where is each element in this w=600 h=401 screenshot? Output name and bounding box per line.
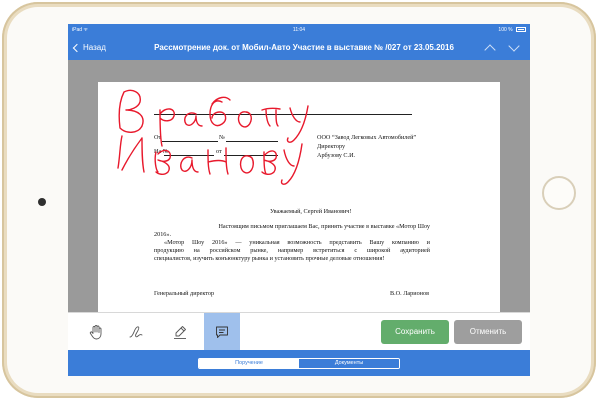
highlighter-icon	[174, 326, 186, 339]
greeting: Уважаемый, Сергей Иванович!	[270, 208, 352, 215]
pen-scribble-icon	[129, 326, 143, 338]
from-field-line	[162, 141, 218, 142]
recipient-name: Арбузову С.И.	[317, 152, 356, 159]
date-from-label: от	[216, 148, 222, 155]
hand-icon	[89, 325, 102, 340]
chevron-up-icon[interactable]	[484, 44, 496, 56]
segmented-control: Поручение Документы	[198, 358, 400, 369]
battery-icon	[516, 27, 526, 33]
number-label: №	[219, 134, 225, 141]
battery-indicator: 100 %	[498, 24, 526, 36]
freehand-tool[interactable]	[118, 313, 154, 351]
chevron-down-icon[interactable]	[508, 40, 520, 52]
status-bar: iPad ᯤ 11:04 100 %	[68, 24, 530, 36]
header-rule	[154, 114, 412, 115]
home-button[interactable]	[542, 176, 576, 210]
bottom-tab-bar: Поручение Документы	[68, 350, 530, 376]
save-button[interactable]: Сохранить	[381, 320, 449, 344]
chevron-left-icon	[72, 43, 82, 53]
from-label: От	[154, 134, 162, 141]
signer-title: Генеральный директор	[154, 290, 215, 297]
signer-name: В.О. Ларионов	[390, 290, 430, 297]
paragraph-2-line-1: «Мотор Шоу 2016» — уникальная возможност…	[164, 239, 430, 246]
paragraph-1: Настоящим письмом приглашаем Вас, принят…	[218, 223, 430, 230]
comment-tool[interactable]	[204, 313, 240, 351]
comment-icon	[216, 326, 228, 338]
app-screen: iPad ᯤ 11:04 100 % Назад Рассмотрение до…	[68, 24, 530, 376]
recipient-title: Директору	[317, 143, 346, 150]
back-button[interactable]: Назад	[72, 36, 106, 60]
front-camera	[38, 198, 46, 206]
tab-documents[interactable]: Документы	[299, 359, 399, 368]
date-field-line	[224, 155, 278, 156]
back-label: Назад	[83, 43, 106, 52]
annotation-toolbar: Сохранить Отменить	[68, 312, 530, 351]
status-time: 11:04	[292, 27, 306, 33]
paragraph-1-end: 2016».	[154, 231, 172, 238]
paragraph-2-line-3: специалистов, изучить конъюнктуру рынка …	[154, 255, 385, 262]
battery-percent: 100 %	[498, 27, 513, 33]
in-reply-field-line	[164, 155, 214, 156]
tab-assignment[interactable]: Поручение	[199, 359, 299, 368]
document-page[interactable]: От № На № от ООО “Завод Легковых Автомоб…	[98, 82, 500, 332]
recipient-org: ООО “Завод Легковых Автомобилей”	[317, 134, 417, 141]
paragraph-2-line-2: продукцию на российском рынке, например …	[154, 247, 430, 254]
in-reply-label: На №	[154, 148, 169, 155]
highlighter-tool[interactable]	[162, 313, 198, 351]
hand-tool[interactable]	[78, 313, 114, 351]
number-field-line	[226, 141, 278, 142]
page-title: Рассмотрение док. от Мобил-Авто Участие …	[154, 43, 454, 52]
cancel-button[interactable]: Отменить	[454, 320, 522, 344]
navigation-bar: Назад Рассмотрение док. от Мобил-Авто Уч…	[68, 36, 530, 60]
